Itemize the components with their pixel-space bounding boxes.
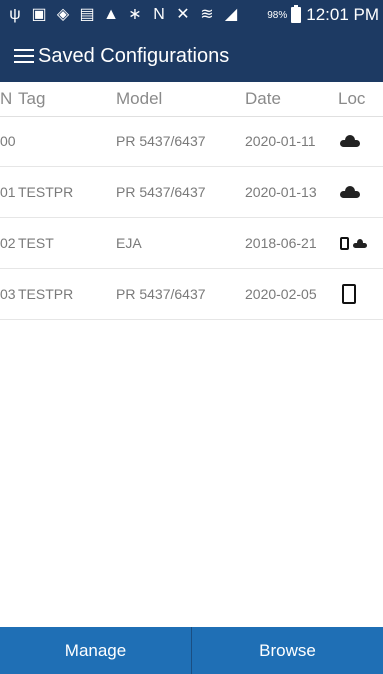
row-model: PR 5437/6437 — [116, 184, 206, 200]
image-icon: ▣ — [31, 6, 47, 23]
nfc-icon: N — [153, 6, 165, 23]
row-tag: TEST — [18, 235, 54, 251]
cloud-icon — [340, 186, 360, 198]
header-loc[interactable]: Loc — [338, 82, 365, 116]
table-row[interactable]: 00 PR 5437/6437 2020-01-11 — [0, 116, 383, 167]
mute-icon: ✕ — [176, 6, 190, 23]
row-model: PR 5437/6437 — [116, 286, 206, 302]
table-row[interactable]: 03 TESTPR PR 5437/6437 2020-02-05 — [0, 269, 383, 320]
header-model[interactable]: Model — [116, 82, 162, 116]
row-tag: TESTPR — [18, 184, 74, 200]
row-tag: TESTPR — [18, 286, 74, 302]
manage-button[interactable]: Manage — [0, 627, 191, 674]
row-model: EJA — [116, 235, 142, 251]
status-bar: ψ ▣ ◈ ▤ ▲ ∗ N ✕ ≋ ◢ 98% 12:01 PM — [0, 0, 383, 30]
header-date[interactable]: Date — [245, 82, 281, 116]
row-number: 00 — [0, 133, 16, 149]
row-number: 03 — [0, 286, 16, 302]
row-model: PR 5437/6437 — [116, 133, 206, 149]
bluetooth-icon: ∗ — [128, 6, 142, 23]
battery-percent: 98% — [267, 9, 288, 21]
row-number: 01 — [0, 184, 16, 200]
shield-icon: ◈ — [56, 6, 70, 23]
app-bar: Saved Configurations — [0, 30, 383, 82]
hamburger-menu-icon — [14, 49, 34, 63]
row-date: 2020-01-13 — [245, 184, 317, 200]
header-tag[interactable]: Tag — [18, 82, 45, 116]
status-icons: ψ ▣ ◈ ▤ ▲ ∗ N ✕ ≋ ◢ — [0, 6, 264, 24]
browse-button[interactable]: Browse — [192, 627, 383, 674]
signal-icon: ◢ — [224, 6, 238, 23]
row-location — [340, 116, 360, 166]
row-date: 2020-02-05 — [245, 286, 317, 302]
bottom-action-bar: Manage Browse — [0, 627, 383, 674]
row-date: 2020-01-11 — [245, 133, 316, 149]
cloud-icon — [353, 238, 367, 248]
phone-icon — [340, 236, 349, 250]
row-date: 2018-06-21 — [245, 235, 317, 251]
header-n[interactable]: N — [0, 82, 12, 116]
table-header: N Tag Model Date Loc — [0, 82, 383, 117]
page-title: Saved Configurations — [38, 44, 230, 67]
row-number: 02 — [0, 235, 16, 251]
row-location — [340, 167, 360, 217]
table-row[interactable]: 01 TESTPR PR 5437/6437 2020-01-13 — [0, 167, 383, 218]
phone-icon — [342, 284, 356, 304]
row-location — [340, 218, 367, 268]
table-row[interactable]: 02 TEST EJA 2018-06-21 — [0, 218, 383, 269]
usb-icon: ψ — [9, 6, 21, 23]
clock: 12:01 PM — [306, 5, 379, 24]
warning-icon: ▲ — [103, 6, 119, 23]
battery-icon — [291, 5, 302, 23]
wifi-icon: ≋ — [200, 6, 214, 23]
config-list: 00 PR 5437/6437 2020-01-11 01 TESTPR PR … — [0, 116, 383, 320]
calendar-icon: ▤ — [79, 6, 95, 23]
row-location — [342, 269, 356, 319]
cloud-icon — [340, 135, 360, 147]
